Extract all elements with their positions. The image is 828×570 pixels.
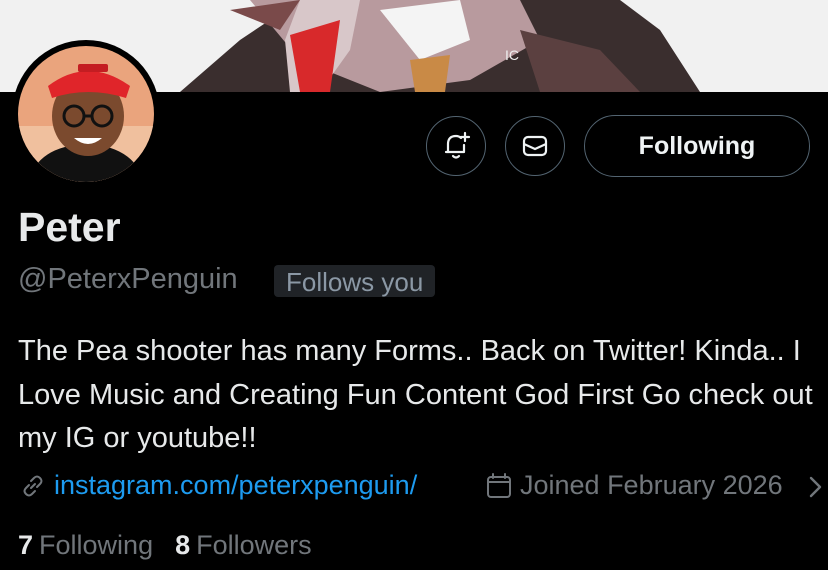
- following-stat[interactable]: 7 Following: [18, 530, 153, 561]
- followers-stat[interactable]: 8 Followers: [175, 530, 312, 561]
- profile-bio: The Pea shooter has many Forms.. Back on…: [18, 335, 813, 454]
- envelope-icon: [522, 135, 548, 157]
- message-button[interactable]: [505, 116, 565, 176]
- bell-plus-icon: [444, 131, 471, 159]
- follows-you-badge: Follows you: [274, 265, 436, 297]
- avatar-photo: [18, 46, 154, 182]
- following-label: Following: [39, 530, 154, 560]
- following-count: 7: [18, 530, 34, 560]
- profile-handle: @PeterxPenguin: [18, 263, 238, 295]
- profile-name: Peter: [18, 204, 121, 250]
- calendar-icon: [487, 472, 511, 498]
- profile-link[interactable]: instagram.com/peterxpenguin/: [18, 470, 417, 501]
- profile-stats: 7 Following 8 Followers: [18, 530, 312, 561]
- joined-date: Joined February 2026: [484, 470, 783, 501]
- chevron-right-icon[interactable]: [806, 474, 826, 505]
- link-icon: [23, 475, 43, 496]
- following-button[interactable]: Following: [584, 115, 810, 177]
- followers-label: Followers: [196, 530, 312, 560]
- svg-text:IC: IC: [505, 47, 519, 63]
- joined-date-text: Joined February 2026: [520, 470, 783, 500]
- followers-count: 8: [175, 530, 191, 560]
- notifications-button[interactable]: [426, 116, 486, 176]
- avatar[interactable]: [12, 40, 160, 188]
- profile-link-text[interactable]: instagram.com/peterxpenguin/: [54, 470, 417, 501]
